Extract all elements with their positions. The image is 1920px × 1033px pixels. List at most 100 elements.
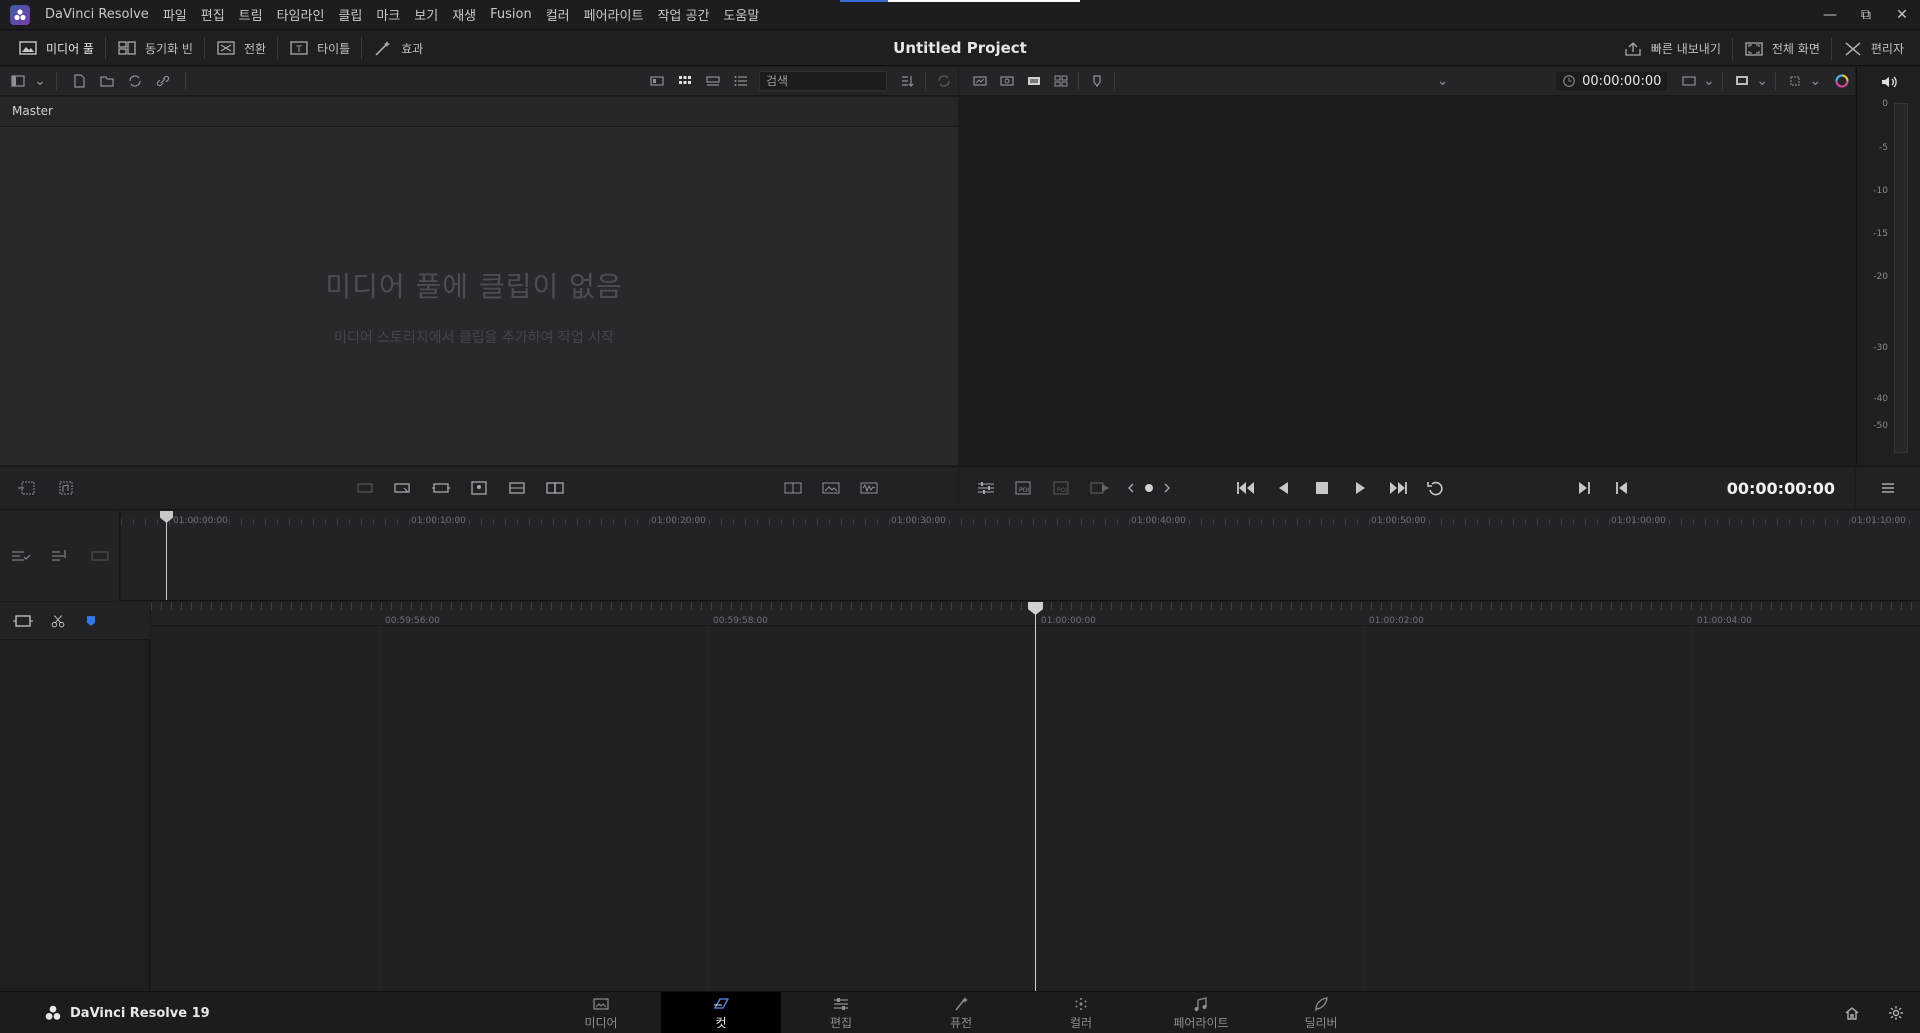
go-to-end-icon[interactable] bbox=[1379, 466, 1417, 510]
waveform-view-icon[interactable] bbox=[850, 466, 888, 510]
upper-timeline-overview[interactable]: 01:00:00:00 01:00:10:00 01:00:20:00 01:0… bbox=[121, 511, 1920, 601]
restore-icon[interactable]: ⧉ bbox=[1848, 0, 1884, 30]
playhead-timecode[interactable]: 00:00:00:00 bbox=[1727, 479, 1835, 498]
menu-clip[interactable]: 클립 bbox=[331, 5, 369, 24]
insert-clip-icon[interactable] bbox=[8, 466, 46, 510]
source-overwrite-icon[interactable] bbox=[536, 466, 574, 510]
link-icon[interactable] bbox=[149, 67, 177, 95]
ripple-overwrite-icon[interactable] bbox=[422, 466, 460, 510]
menu-fairlight[interactable]: 페어라이트 bbox=[577, 5, 651, 24]
import-media-icon[interactable] bbox=[65, 67, 93, 95]
sidebar-toggle-icon[interactable] bbox=[4, 67, 32, 95]
list-view-icon[interactable] bbox=[727, 67, 755, 95]
sync-icon[interactable] bbox=[121, 67, 149, 95]
previous-edit-icon[interactable] bbox=[1603, 466, 1641, 510]
markers-icon[interactable] bbox=[1083, 67, 1110, 95]
menu-edit[interactable]: 편집 bbox=[194, 5, 232, 24]
scissors-icon[interactable] bbox=[48, 611, 68, 631]
split-view-icon[interactable] bbox=[774, 466, 812, 510]
inspector-sliders-icon[interactable] bbox=[967, 466, 1005, 510]
play-icon[interactable] bbox=[1341, 466, 1379, 510]
jog-control-icon[interactable] bbox=[1119, 466, 1179, 510]
menu-file[interactable]: 파일 bbox=[156, 5, 194, 24]
viewer-dropdown-chevron-icon[interactable]: ⌄ bbox=[1429, 67, 1456, 95]
lower-playhead-line[interactable] bbox=[1035, 603, 1036, 991]
next-edit-icon[interactable] bbox=[1565, 466, 1603, 510]
timeline-viewer-icon[interactable] bbox=[1021, 67, 1048, 95]
minimize-icon[interactable]: — bbox=[1812, 0, 1848, 30]
media-pool-area[interactable]: 미디어 풀에 클립이 없음 미디어 스토리지에서 클립을 추가하여 작업 시작 bbox=[0, 127, 958, 465]
transitions-button[interactable]: 전환 bbox=[205, 31, 277, 66]
picture-view-icon[interactable] bbox=[812, 466, 850, 510]
chevron-down-icon[interactable]: ⌄ bbox=[1755, 67, 1768, 95]
display-output-icon[interactable] bbox=[1729, 67, 1756, 95]
menu-help[interactable]: 도움말 bbox=[716, 5, 766, 24]
fast-review-icon[interactable] bbox=[1081, 466, 1119, 510]
menu-color[interactable]: 컬러 bbox=[539, 5, 577, 24]
fullscreen-button[interactable]: 전체 화면 bbox=[1733, 31, 1831, 66]
go-to-start-icon[interactable] bbox=[1227, 466, 1265, 510]
tab-edit[interactable]: 편집 bbox=[781, 992, 901, 1033]
upper-playhead-line[interactable] bbox=[166, 512, 167, 600]
place-on-top-icon[interactable] bbox=[498, 466, 536, 510]
audio-track-options-icon[interactable] bbox=[45, 534, 75, 578]
loop-icon[interactable] bbox=[1417, 466, 1455, 510]
sync-bin-button[interactable]: 동기화 빈 bbox=[106, 31, 204, 66]
quick-export-button[interactable]: 빠른 내보내기 bbox=[1612, 31, 1732, 66]
grid-view-icon[interactable] bbox=[671, 67, 699, 95]
gear-icon[interactable] bbox=[1888, 1005, 1904, 1021]
chevron-down-icon[interactable]: ⌄ bbox=[1809, 67, 1822, 95]
menu-fusion[interactable]: Fusion bbox=[483, 7, 539, 22]
import-folder-icon[interactable] bbox=[93, 67, 121, 95]
flag-marker-icon[interactable] bbox=[82, 611, 100, 631]
speaker-icon[interactable] bbox=[1879, 73, 1899, 91]
viewer-timecode[interactable]: 00:00:00:00 bbox=[1556, 71, 1668, 91]
play-reverse-icon[interactable] bbox=[1265, 466, 1303, 510]
tab-deliver[interactable]: 딜리버 bbox=[1261, 992, 1381, 1033]
chevron-down-icon[interactable]: ⌄ bbox=[1702, 67, 1715, 95]
media-pool-button[interactable]: 미디어 풀 bbox=[0, 31, 105, 66]
safe-area-icon[interactable] bbox=[1675, 67, 1702, 95]
menu-view[interactable]: 보기 bbox=[407, 5, 445, 24]
timeline-options-icon[interactable] bbox=[5, 534, 35, 578]
timeline-fit-icon[interactable] bbox=[12, 611, 34, 631]
tab-color[interactable]: 컬러 bbox=[1021, 992, 1141, 1033]
source-tape-icon[interactable] bbox=[994, 67, 1021, 95]
hamburger-menu-icon[interactable] bbox=[1869, 466, 1907, 510]
app-name[interactable]: DaVinci Resolve bbox=[38, 7, 156, 22]
filmstrip-view-icon[interactable] bbox=[699, 67, 727, 95]
davinci-logo-icon[interactable] bbox=[10, 4, 30, 25]
tab-fairlight[interactable]: 페어라이트 bbox=[1141, 992, 1261, 1033]
menu-mark[interactable]: 마크 bbox=[369, 5, 407, 24]
tab-fusion[interactable]: 퓨전 bbox=[901, 992, 1021, 1033]
close-icon[interactable]: ✕ bbox=[1884, 0, 1920, 30]
sort-icon[interactable] bbox=[893, 67, 921, 95]
tab-cut[interactable]: 컷 bbox=[661, 992, 781, 1033]
stop-icon[interactable] bbox=[1303, 466, 1341, 510]
effects-button[interactable]: 효과 bbox=[362, 31, 434, 66]
multi-view-icon[interactable] bbox=[1048, 67, 1075, 95]
viewer-canvas[interactable] bbox=[959, 97, 1855, 465]
poi-in-icon[interactable]: POI bbox=[1005, 466, 1043, 510]
color-wheel-icon[interactable] bbox=[1828, 67, 1855, 95]
home-icon[interactable] bbox=[1844, 1005, 1860, 1021]
audio-insert-icon[interactable] bbox=[46, 466, 84, 510]
bin-breadcrumb[interactable]: Master bbox=[0, 97, 958, 127]
thumbnail-view-icon[interactable] bbox=[643, 67, 671, 95]
tools-button[interactable]: 편리자 bbox=[1832, 31, 1920, 66]
menu-timeline[interactable]: 타임라인 bbox=[270, 5, 332, 24]
chevron-down-icon[interactable]: ⌄ bbox=[32, 67, 48, 95]
tab-media[interactable]: 미디어 bbox=[541, 992, 661, 1033]
menu-workspace[interactable]: 작업 공간 bbox=[650, 5, 716, 24]
search-input[interactable]: 검색 bbox=[759, 71, 887, 91]
menu-trim[interactable]: 트림 bbox=[232, 5, 270, 24]
menu-playback[interactable]: 재생 bbox=[445, 5, 483, 24]
titles-button[interactable]: T 타이틀 bbox=[278, 31, 361, 66]
smart-insert-icon[interactable] bbox=[346, 466, 384, 510]
track-height-icon[interactable] bbox=[85, 534, 115, 578]
poi-out-icon[interactable]: POI bbox=[1043, 466, 1081, 510]
source-clip-icon[interactable] bbox=[967, 67, 994, 95]
append-icon[interactable] bbox=[384, 466, 422, 510]
close-up-icon[interactable] bbox=[460, 466, 498, 510]
transform-icon[interactable] bbox=[1782, 67, 1809, 95]
